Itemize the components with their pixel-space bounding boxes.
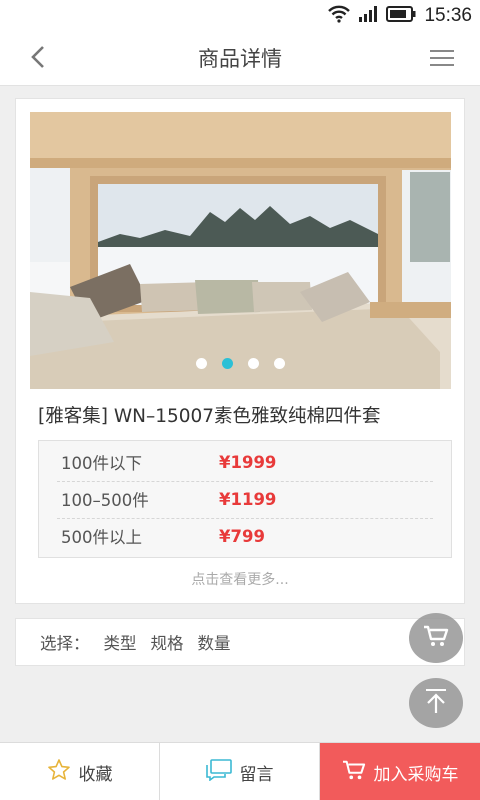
price-row: 100–500件 ¥1199: [39, 481, 451, 517]
price-value: ¥1999: [219, 452, 277, 472]
back-icon: [31, 45, 45, 73]
product-title: [雅客集] WN–15007素色雅致纯棉四件套: [38, 406, 381, 427]
favorite-button[interactable]: 收藏: [0, 743, 160, 800]
favorite-label: 收藏: [78, 764, 113, 785]
price-qty: 100–500件: [61, 491, 149, 510]
cart-icon: [423, 624, 449, 652]
carousel-dot[interactable]: [248, 358, 259, 369]
message-button[interactable]: 留言: [160, 743, 320, 800]
selection-option-spec[interactable]: 规格: [151, 630, 184, 654]
back-to-top-button[interactable]: [409, 678, 463, 728]
status-bar: 15:36: [0, 0, 480, 32]
bottom-action-bar: 收藏 留言 加入采购车: [0, 742, 480, 800]
cart-icon: [342, 759, 366, 786]
status-time: 15:36: [424, 5, 472, 26]
price-qty: 100件以下: [61, 454, 142, 473]
price-value: ¥1199: [219, 489, 277, 509]
battery-icon: [386, 6, 416, 26]
price-value: ¥799: [219, 526, 265, 546]
product-image-carousel[interactable]: [30, 112, 451, 389]
signal-icon: [358, 6, 378, 26]
wifi-icon: [328, 5, 351, 27]
price-table: 100件以下 ¥1999 100–500件 ¥1199 500件以上 ¥799: [38, 440, 452, 558]
price-qty: 500件以上: [61, 528, 142, 547]
arrow-up-icon: [425, 688, 447, 718]
price-row: 100件以下 ¥1999: [39, 444, 451, 480]
carousel-dot[interactable]: [196, 358, 207, 369]
selection-option-type[interactable]: 类型: [104, 630, 137, 654]
menu-button[interactable]: [426, 44, 458, 76]
status-icons: 15:36: [328, 0, 472, 32]
message-label: 留言: [239, 764, 274, 785]
add-to-cart-label: 加入采购车: [373, 764, 459, 785]
chat-icon: [205, 758, 232, 786]
product-card: [雅客集] WN–15007素色雅致纯棉四件套 100件以下 ¥1999 100…: [15, 98, 465, 604]
nav-bar: 商品详情: [0, 32, 480, 86]
selection-label: 选择：: [40, 634, 90, 653]
carousel-dot[interactable]: [274, 358, 285, 369]
menu-icon: [429, 48, 455, 72]
price-row: 500件以上 ¥799: [39, 518, 451, 554]
spec-selection-bar[interactable]: 选择： 类型 规格 数量: [15, 618, 465, 666]
selection-option-quantity[interactable]: 数量: [198, 630, 231, 654]
carousel-dot-active[interactable]: [222, 358, 233, 369]
back-button[interactable]: [18, 42, 58, 76]
floating-cart-button[interactable]: [409, 613, 463, 663]
add-to-cart-button[interactable]: 加入采购车: [320, 743, 480, 800]
view-more-link[interactable]: 点击查看更多...: [16, 569, 464, 589]
product-photo: [30, 112, 451, 389]
carousel-dots: [30, 358, 451, 369]
star-icon: [47, 758, 71, 787]
page-title: 商品详情: [198, 47, 282, 71]
